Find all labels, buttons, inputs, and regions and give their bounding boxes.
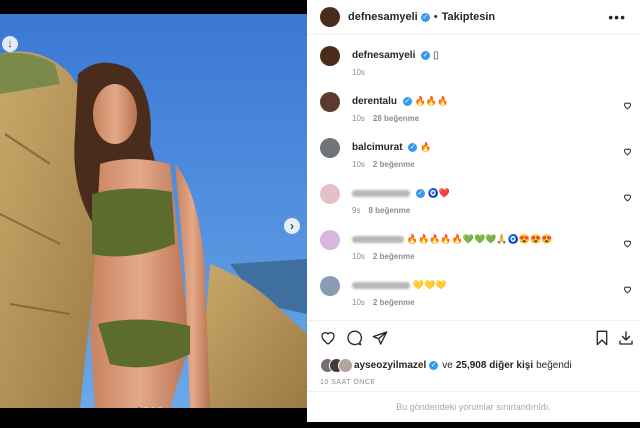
heart-icon[interactable] [320,330,336,346]
heart-icon[interactable] [623,285,632,294]
blurred-username [352,189,410,197]
carousel-dot [151,407,155,408]
comment-item: balcimurat ✓ 🔥 10s 2 beğenme [320,138,640,184]
caption-text: defnesamyeli ✓ ▯ [352,50,438,61]
follow-status-button[interactable]: Takiptesin [442,11,496,23]
comment-item: derentalu ✓ 🔥🔥🔥 10s 28 beğenme [320,92,640,138]
likes-count-link[interactable]: 25,908 diğer kişi [456,360,533,371]
blurred-username [352,281,410,289]
caption-time: 10s [352,68,365,77]
blurred-username [352,235,404,243]
comment-time: 9s [352,206,361,215]
comment-likes[interactable]: 8 beğenme [368,206,410,215]
carousel-indicator [137,407,162,408]
comment-text: derentalu ✓ 🔥🔥🔥 [352,96,448,107]
comment-username[interactable]: derentalu [352,96,397,107]
comment-time: 10s [352,114,365,123]
caption-username[interactable]: defnesamyeli [352,50,415,61]
comment-item: 💛💛💛 10s 2 beğenme [320,276,640,322]
verified-icon: ✓ [415,188,425,198]
comment-username[interactable]: balcimurat [352,142,403,153]
post-photo-illustration [0,14,307,408]
verified-icon: ✓ [429,360,439,370]
separator-dot: • [433,11,438,23]
likes-connector: ve [442,359,453,371]
post-image[interactable]: ↓ › [0,14,307,408]
more-icon[interactable]: ••• [608,9,626,25]
heart-icon[interactable] [623,239,632,248]
carousel-dot [158,407,162,408]
comment-time: 10s [352,160,365,169]
verified-icon: ✓ [402,96,412,106]
comment-meta: 10s 28 beğenme [352,114,419,123]
comment-time: 10s [352,252,365,261]
author-username[interactable]: defnesamyeli [348,11,418,23]
likes-suffix: beğendi [536,359,572,371]
comment-body: 💛💛💛 [412,280,447,290]
liker-avatars [320,358,353,373]
download-icon[interactable]: ↓ [2,36,18,52]
comment-likes[interactable]: 2 beğenme [373,252,415,261]
comments-list: defnesamyeli ✓ ▯ 10s derentalu ✓ 🔥🔥🔥 10s… [320,46,640,322]
heart-icon[interactable] [623,147,632,156]
post-time-ago: 10 SAAT ÖNCE [320,379,376,386]
post-side-panel: defnesamyeli ✓ • Takiptesin ••• defnesam… [307,0,640,422]
comment-text: balcimurat ✓ 🔥 [352,142,431,153]
avatar[interactable] [320,7,340,27]
comment-likes[interactable]: 28 beğenme [373,114,419,123]
comment-text: 💛💛💛 [352,280,446,291]
comments-closed-notice: Bu gönderideki yorumlar sınırlandırıldı. [307,391,640,428]
avatar[interactable] [320,230,340,250]
comment-body: 🔥🔥🔥 [414,96,449,106]
comment-time: 10s [352,298,365,307]
comment-icon[interactable] [346,330,362,346]
avatar[interactable] [320,184,340,204]
caption: defnesamyeli ✓ ▯ 10s [320,46,640,92]
post-actions: ayseozyilmazel ✓ ve 25,908 diğer kişi be… [307,320,640,421]
avatar[interactable] [320,138,340,158]
avatar[interactable] [320,276,340,296]
comment-text: ✓ 🧿❤️ [352,188,450,199]
download-icon[interactable] [618,330,634,346]
action-icons-row [320,330,633,348]
verified-icon: ✓ [420,12,430,22]
comment-meta: 9s 8 beğenme [352,206,410,215]
comment-body: 🔥 [420,142,432,152]
carousel-dot [144,407,148,408]
liker-username[interactable]: ayseozyilmazel [354,360,426,371]
comment-meta: 10s 2 beğenme [352,160,415,169]
comment-likes[interactable]: 2 beğenme [373,160,415,169]
comment-item: 🔥🔥🔥🔥🔥💚💚💚🙏🧿😍😍😍 10s 2 beğenme [320,230,640,276]
likes-summary: ayseozyilmazel ✓ ve 25,908 diğer kişi be… [320,358,572,373]
comment-text: 🔥🔥🔥🔥🔥💚💚💚🙏🧿😍😍😍 [352,234,552,245]
share-icon[interactable] [372,330,388,346]
comment-item: ✓ 🧿❤️ 9s 8 beğenme [320,184,640,230]
comment-likes[interactable]: 2 beğenme [373,298,415,307]
carousel-dot [137,407,141,408]
comment-body: 🧿❤️ [427,188,450,198]
post-header: defnesamyeli ✓ • Takiptesin ••• [307,0,640,35]
verified-icon: ✓ [421,50,431,60]
caption-emoji: ▯ [432,50,439,61]
comment-body: 🔥🔥🔥🔥🔥💚💚💚🙏🧿😍😍😍 [406,234,553,244]
verified-icon: ✓ [408,142,418,152]
next-arrow-icon[interactable]: › [284,218,300,234]
avatar [338,358,353,373]
comment-meta: 10s 2 beğenme [352,298,415,307]
avatar[interactable] [320,46,340,66]
comment-meta: 10s 2 beğenme [352,252,415,261]
heart-icon[interactable] [623,193,632,202]
avatar[interactable] [320,92,340,112]
heart-icon[interactable] [623,101,632,110]
save-icon[interactable] [594,330,610,346]
